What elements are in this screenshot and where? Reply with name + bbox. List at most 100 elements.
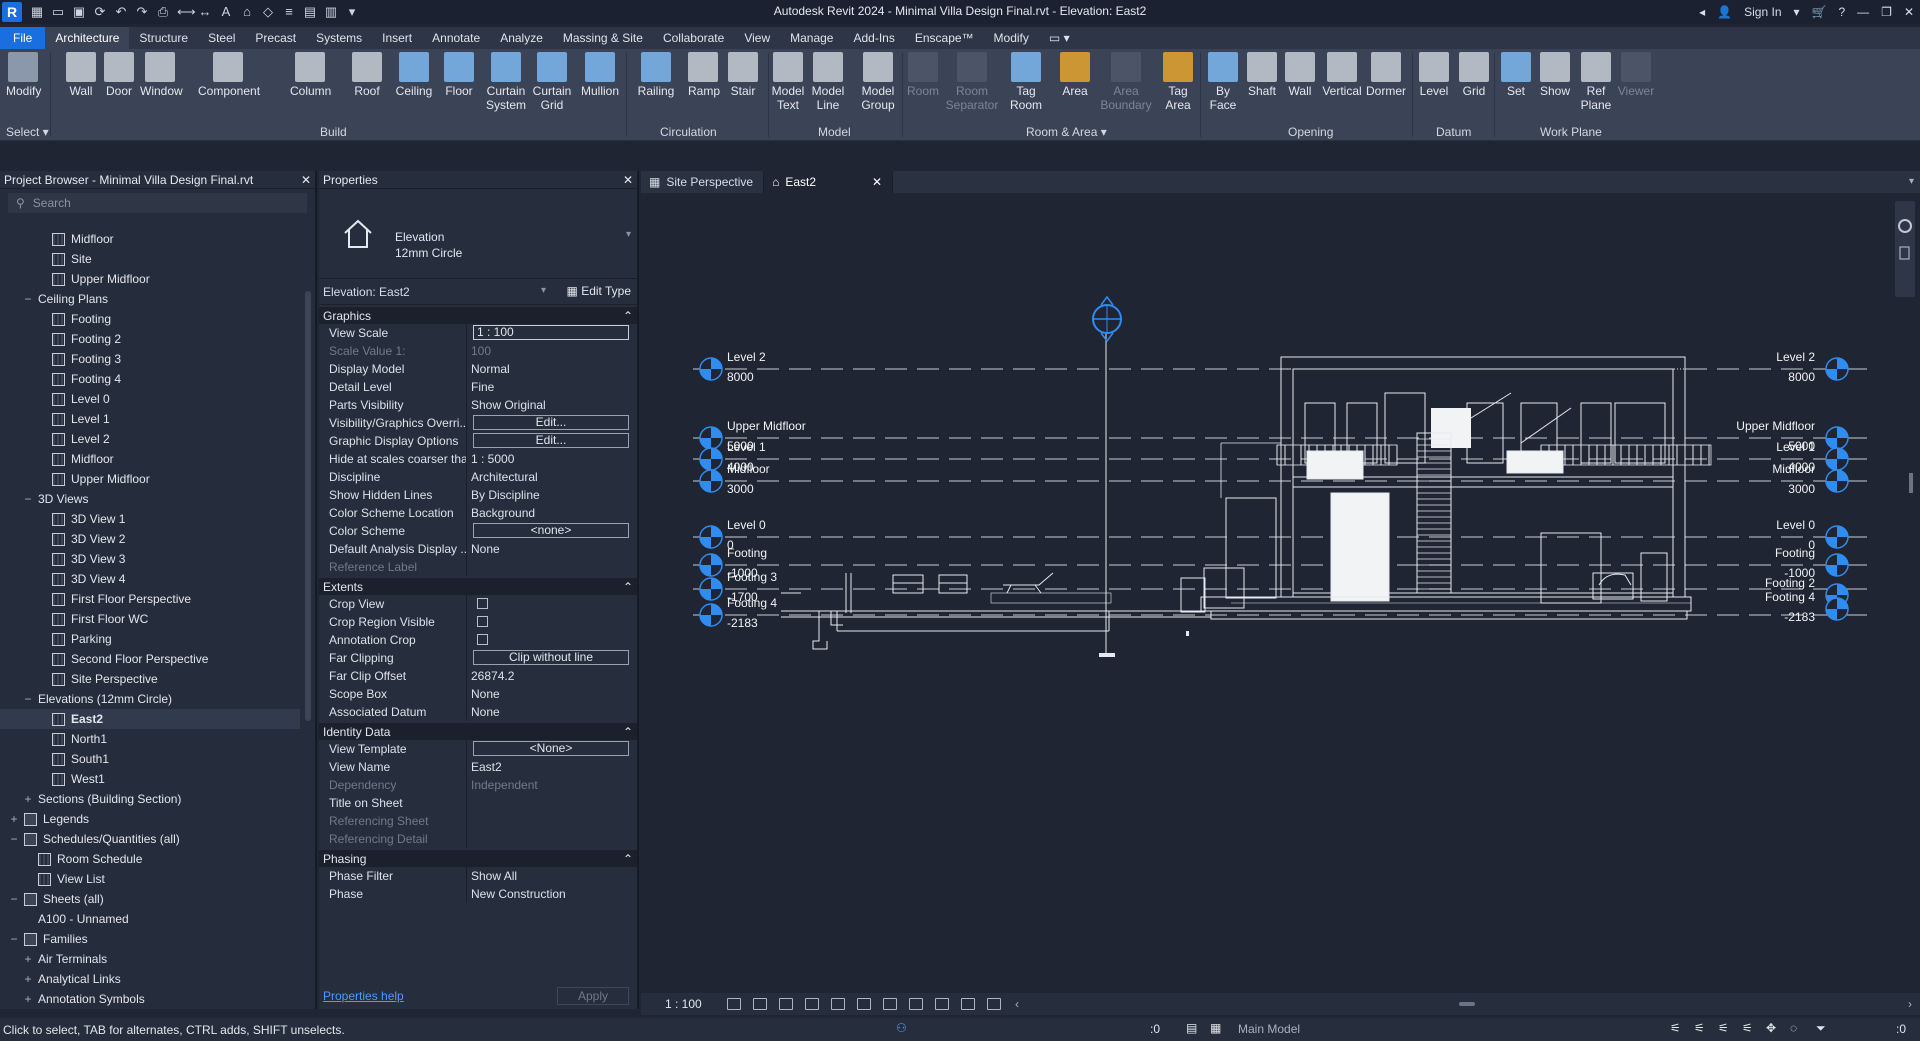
- aligned-dimension-icon[interactable]: ↔: [198, 5, 212, 19]
- tree-item-view[interactable]: Second Floor Perspective: [0, 649, 300, 669]
- property-value[interactable]: 26874.2: [467, 667, 637, 685]
- level-head-icon[interactable]: [699, 553, 723, 577]
- show-button[interactable]: Show: [1538, 52, 1572, 98]
- collapse-icon[interactable]: −: [8, 932, 20, 946]
- property-value[interactable]: Edit...: [467, 414, 637, 432]
- property-row[interactable]: Far Clipping Clip without line: [319, 649, 637, 667]
- level-head-icon[interactable]: [699, 357, 723, 381]
- default-3d-view-icon[interactable]: ⌂: [240, 5, 254, 19]
- tree-item-view[interactable]: View List: [0, 869, 300, 889]
- level-name-right[interactable]: Level 2: [1776, 350, 1815, 364]
- restore-button[interactable]: ❐: [1881, 5, 1892, 19]
- collapse-icon[interactable]: ⌃: [623, 309, 633, 323]
- property-edit-button[interactable]: Clip without line: [473, 650, 629, 665]
- tree-item-group[interactable]: − Schedules/Quantities (all): [0, 829, 300, 849]
- tree-item-group[interactable]: −3D Views: [0, 489, 300, 509]
- level-head-icon[interactable]: [699, 603, 723, 627]
- property-row[interactable]: Crop Region Visible: [319, 613, 637, 631]
- property-value[interactable]: [467, 595, 637, 613]
- tab-menu-icon[interactable]: ▾: [1909, 171, 1914, 193]
- level-name-left[interactable]: Level 2: [727, 350, 766, 364]
- property-value[interactable]: New Construction: [467, 885, 637, 903]
- property-edit-button[interactable]: <None>: [473, 741, 629, 756]
- tab-file[interactable]: File: [0, 27, 46, 49]
- wall-button[interactable]: Wall: [66, 52, 96, 98]
- property-row[interactable]: Far Clip Offset 26874.2: [319, 667, 637, 685]
- tree-item-group[interactable]: − Ceiling Plans: [0, 289, 300, 309]
- tree-item-view[interactable]: Parking: [0, 629, 300, 649]
- level-elevation-right[interactable]: 8000: [1788, 370, 1815, 384]
- level-name-left[interactable]: Footing: [727, 546, 767, 560]
- property-row[interactable]: Graphic Display Options Edit...: [319, 432, 637, 450]
- property-value[interactable]: Clip without line: [467, 649, 637, 667]
- redo-icon[interactable]: ↷: [135, 5, 149, 19]
- sign-in-link[interactable]: Sign In: [1744, 5, 1781, 19]
- column-button[interactable]: Column: [290, 52, 331, 98]
- collapse-icon[interactable]: ⌃: [623, 725, 633, 739]
- worksharing-display-icon[interactable]: [961, 998, 975, 1010]
- home-icon[interactable]: ▦: [30, 5, 44, 19]
- level-name-left[interactable]: Level 1: [727, 440, 766, 454]
- property-row[interactable]: Default Analysis Display ... None: [319, 540, 637, 558]
- minimize-button[interactable]: —: [1857, 5, 1869, 19]
- active-model-select[interactable]: Main Model: [1238, 1022, 1300, 1036]
- edit-type-button[interactable]: ▦ Edit Type: [567, 284, 631, 298]
- property-row[interactable]: Crop View: [319, 595, 637, 613]
- background-process-icon[interactable]: ◌: [1790, 1021, 1797, 1035]
- print-icon[interactable]: ⎙: [156, 5, 170, 19]
- tree-item-view[interactable]: 3D View 2: [0, 529, 300, 549]
- user-icon[interactable]: 👤: [1717, 5, 1732, 19]
- tree-item-group[interactable]: + Legends: [0, 809, 300, 829]
- property-edit-button[interactable]: <none>: [473, 523, 629, 538]
- level-elevation-right[interactable]: -2183: [1784, 610, 1815, 624]
- detail-level-icon[interactable]: [727, 998, 741, 1010]
- level-name-right[interactable]: Footing 2: [1765, 576, 1815, 590]
- section-identity-data[interactable]: Identity Data ⌃: [319, 723, 637, 740]
- property-input[interactable]: 1 : 100: [473, 325, 629, 340]
- help-icon[interactable]: ?: [1838, 5, 1845, 19]
- property-row[interactable]: Phase New Construction: [319, 885, 637, 903]
- tree-item-view[interactable]: Site: [0, 249, 300, 269]
- property-row[interactable]: Show Hidden Lines By Discipline: [319, 486, 637, 504]
- tree-item-view[interactable]: Upper Midfloor: [0, 269, 300, 289]
- tree-item-view[interactable]: South1: [0, 749, 300, 769]
- vertical-button[interactable]: Vertical: [1322, 52, 1362, 98]
- property-row[interactable]: Visibility/Graphics Overri... Edit...: [319, 414, 637, 432]
- window-button[interactable]: Window: [140, 52, 183, 98]
- level-head-icon[interactable]: [699, 577, 723, 601]
- level-name-right[interactable]: Upper Midfloor: [1736, 419, 1815, 433]
- model-text-button[interactable]: Model Text: [768, 52, 808, 112]
- view-scale[interactable]: 1 : 100: [665, 997, 715, 1011]
- tree-item-group[interactable]: + Air Terminals: [0, 949, 300, 969]
- revit-logo-icon[interactable]: R: [2, 2, 22, 22]
- expand-icon[interactable]: +: [8, 812, 20, 826]
- property-value[interactable]: Show All: [467, 867, 637, 885]
- property-value[interactable]: Edit...: [467, 432, 637, 450]
- analytical-model-icon[interactable]: [987, 998, 1001, 1010]
- tree-item-view[interactable]: West1: [0, 769, 300, 789]
- tree-item-view[interactable]: Site Perspective: [0, 669, 300, 689]
- crop-view-icon[interactable]: [831, 998, 845, 1010]
- area-boundary-button[interactable]: Area Boundary: [1098, 52, 1154, 112]
- tree-item-view[interactable]: Footing 2: [0, 329, 300, 349]
- search-input[interactable]: ⚲ Search: [8, 193, 307, 213]
- collapse-icon[interactable]: −: [8, 892, 20, 906]
- level-head-icon[interactable]: [699, 469, 723, 493]
- level-head-icon[interactable]: [1825, 469, 1849, 493]
- grid-button[interactable]: Grid: [1458, 52, 1490, 98]
- expand-icon[interactable]: +: [22, 792, 34, 806]
- collapse-icon[interactable]: ⌃: [623, 852, 633, 866]
- shadows-icon[interactable]: [805, 998, 819, 1010]
- tree-item-view[interactable]: Midfloor: [0, 449, 300, 469]
- contextual-toggle-icon[interactable]: ▭ ▾: [1039, 27, 1080, 49]
- property-row[interactable]: Reference Label: [319, 558, 637, 576]
- property-row[interactable]: Display Model Normal: [319, 360, 637, 378]
- model-icon[interactable]: ▤: [1186, 1021, 1197, 1035]
- unlock-3d-icon[interactable]: [883, 998, 897, 1010]
- tab-add-ins[interactable]: Add-Ins: [843, 27, 904, 49]
- property-value[interactable]: None: [467, 540, 637, 558]
- tree-item-group[interactable]: A100 - Unnamed: [0, 909, 300, 929]
- model-line-button[interactable]: Model Line: [808, 52, 848, 112]
- close-hidden-windows-icon[interactable]: ▤: [303, 5, 317, 19]
- tree-item-view[interactable]: Room Schedule: [0, 849, 300, 869]
